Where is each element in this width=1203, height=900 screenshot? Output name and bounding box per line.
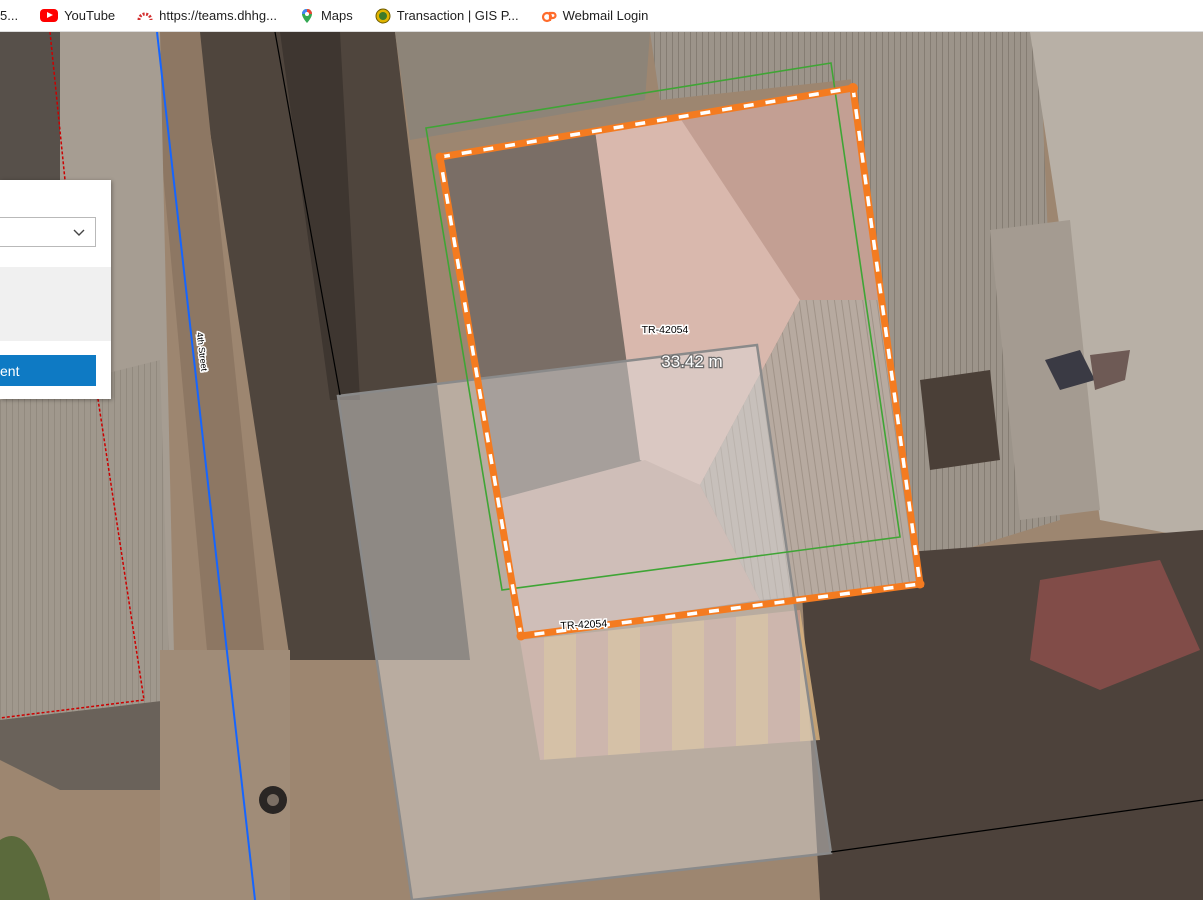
bookmark-label: YouTube	[64, 8, 116, 23]
vertex-handle[interactable]	[516, 631, 526, 641]
vertex-handle[interactable]	[435, 152, 445, 162]
bookmark-label: 5...	[0, 8, 19, 23]
bookmark-webmail[interactable]: Webmail Login	[541, 8, 649, 24]
bookmark-youtube[interactable]: YouTube	[40, 8, 115, 23]
panel-dropdown[interactable]	[0, 217, 96, 247]
bookmarks-bar: 5... YouTube https://teams.dhhg... Maps …	[0, 0, 1203, 32]
bookmark-label: Webmail Login	[562, 8, 649, 23]
parcel-label: TR-42054	[560, 618, 607, 632]
parcel-label: TR-42054	[642, 324, 689, 336]
bookmark-label: https://teams.dhhg...	[159, 8, 277, 23]
bookmark-teams[interactable]: https://teams.dhhg...	[137, 8, 277, 24]
measurement-label: 33.42 m	[661, 352, 722, 371]
map-view[interactable]: TR-42054 33.42 m TR-42054 4th Street	[0, 32, 1203, 900]
panel-info-area	[0, 267, 111, 341]
map-canvas[interactable]: TR-42054 33.42 m TR-42054 4th Street	[0, 32, 1203, 900]
maps-pin-icon	[301, 8, 312, 23]
cpanel-icon	[541, 11, 557, 22]
chevron-down-icon	[73, 229, 85, 236]
vertex-handle[interactable]	[915, 579, 925, 589]
bookmark-item[interactable]: 5...	[0, 8, 18, 23]
panel-action-button[interactable]: ent	[0, 355, 96, 386]
vertex-handle[interactable]	[848, 83, 858, 93]
gis-portal-icon	[375, 8, 391, 23]
teams-link-icon	[137, 12, 153, 20]
youtube-icon	[40, 9, 59, 22]
tool-panel: ent	[0, 180, 111, 399]
button-label: ent	[0, 363, 20, 379]
bookmark-maps[interactable]: Maps	[299, 8, 353, 24]
bookmark-label: Transaction | GIS P...	[396, 8, 519, 23]
bookmark-label: Maps	[320, 8, 353, 23]
bookmark-transaction[interactable]: Transaction | GIS P...	[375, 8, 519, 24]
